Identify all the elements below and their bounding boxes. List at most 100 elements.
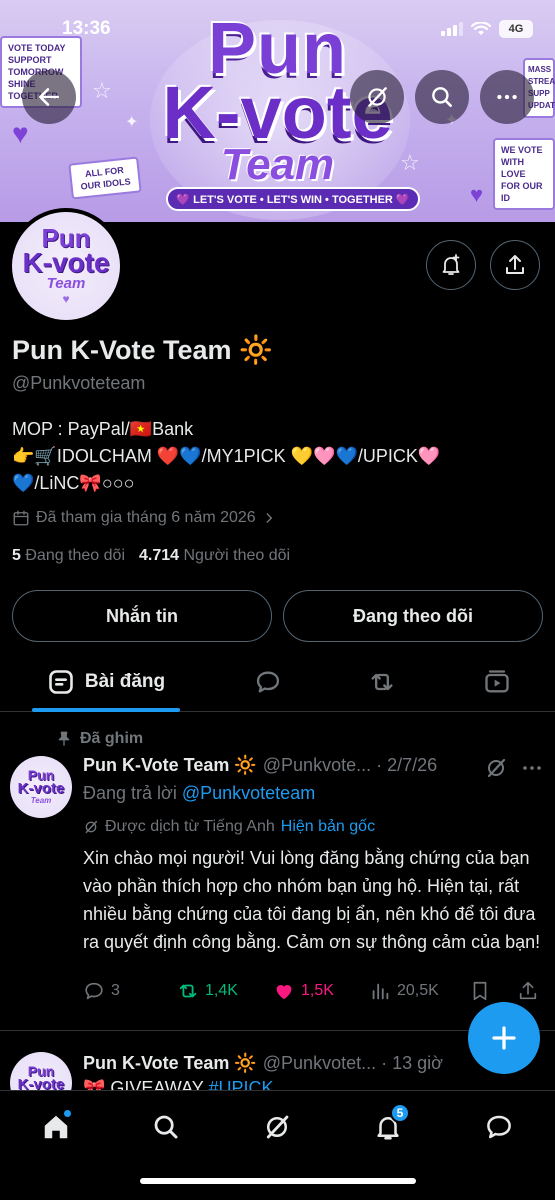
- post-avatar[interactable]: Pun K-vote Team: [10, 756, 72, 818]
- following-label: Đang theo dõi: [25, 547, 125, 564]
- bio-line: 💙/LiNC🎀○○○: [12, 473, 135, 493]
- more-dots-icon: [497, 94, 517, 100]
- post-text: Xin chào mọi người! Vui lòng đăng bằng c…: [83, 848, 541, 952]
- replying-mention[interactable]: @Punkvoteteam: [182, 783, 315, 803]
- avatar-heart-icon: ♥: [62, 292, 70, 306]
- more-button[interactable]: [480, 70, 534, 124]
- repost-action[interactable]: 1,4K: [177, 980, 238, 1002]
- share-action[interactable]: [517, 980, 539, 1002]
- grok-icon: [266, 1115, 289, 1139]
- reply-icon: [85, 982, 103, 1000]
- post-author-name: Pun K-Vote Team 🔆: [83, 1053, 257, 1073]
- bell-plus-icon: [442, 254, 460, 275]
- like-action[interactable]: 1,5K: [273, 980, 334, 1002]
- message-button[interactable]: Nhắn tin: [12, 590, 272, 642]
- grok-button[interactable]: [350, 70, 404, 124]
- show-original-link[interactable]: Hiện bản gốc: [281, 818, 375, 836]
- followers-link[interactable]: 4.714 Người theo dõi: [139, 547, 290, 565]
- nav-messages[interactable]: [471, 1105, 527, 1149]
- nav-home[interactable]: [28, 1105, 84, 1149]
- followers-label: Người theo dõi: [183, 547, 291, 564]
- heart-filled-icon: [276, 985, 292, 1000]
- calendar-icon: [13, 510, 29, 526]
- following-count: 5: [12, 547, 21, 564]
- wifi-icon: [471, 22, 491, 35]
- nav-grok[interactable]: [249, 1105, 305, 1149]
- back-button[interactable]: [22, 70, 76, 124]
- like-count: 1,5K: [301, 982, 334, 999]
- tab-posts[interactable]: Bài đăng: [32, 652, 180, 712]
- avatar-logo-line3: Team: [46, 275, 86, 292]
- views-count: 20,5K: [397, 982, 439, 999]
- plus-icon: [492, 1026, 516, 1050]
- translation-notice: Được dịch từ Tiếng Anh Hiện bản gốc: [83, 818, 375, 836]
- post-avatar-line2: K-vote: [17, 780, 65, 797]
- post-author-name: Pun K-Vote Team 🔆: [83, 755, 257, 775]
- notify-button[interactable]: [426, 240, 476, 290]
- post-meta: @Punkvotet... · 13 giờ: [262, 1053, 443, 1073]
- status-bar: 13:36 4G: [0, 0, 555, 56]
- signal-icon: [441, 22, 463, 36]
- active-tab-indicator: [32, 708, 180, 712]
- post-header[interactable]: Pun K-Vote Team 🔆 @Punkvotet... · 13 giờ: [83, 1053, 443, 1074]
- pinned-label: Đã ghim: [56, 730, 143, 748]
- bookmark-action[interactable]: [469, 980, 491, 1002]
- joined-date[interactable]: Đã tham gia tháng 6 năm 2026: [12, 509, 276, 527]
- replying-prefix: Đang trả lời: [83, 783, 177, 803]
- nav-search[interactable]: [138, 1105, 194, 1149]
- views-icon: [372, 983, 389, 1000]
- chevron-right-icon: [266, 513, 272, 523]
- more-dots-icon[interactable]: [520, 756, 544, 780]
- views-action[interactable]: 20,5K: [369, 980, 439, 1002]
- avatar-logo-line2: K-vote: [22, 247, 110, 278]
- banner-title-line3: Team: [220, 140, 335, 189]
- tab-reposts[interactable]: [354, 652, 410, 712]
- compose-button[interactable]: [468, 1002, 540, 1074]
- post-header[interactable]: Pun K-Vote Team 🔆 @Punkvote... · 2/7/26: [83, 755, 437, 776]
- status-icons: 4G: [441, 20, 533, 38]
- profile-avatar[interactable]: Pun K-vote Team ♥: [8, 208, 124, 324]
- profile-display-name: Pun K-Vote Team 🔆: [12, 335, 273, 365]
- home-indicator: [140, 1178, 416, 1184]
- tab-replies[interactable]: [240, 652, 296, 712]
- post-avatar-line3: Team: [30, 796, 52, 805]
- media-icon: [485, 670, 509, 693]
- posts-icon: [49, 670, 73, 694]
- tab-posts-label: Bài đăng: [84, 671, 166, 692]
- repost-icon: [179, 984, 197, 998]
- search-icon: [432, 87, 452, 107]
- search-button[interactable]: [415, 70, 469, 124]
- share-button[interactable]: [490, 240, 540, 290]
- replying-to: Đang trả lời @Punkvoteteam: [83, 783, 315, 804]
- post-actions: 3 1,4K 1,5K 20,5K: [83, 980, 543, 1008]
- unread-dot: [63, 1109, 72, 1118]
- joined-text: Đã tham gia tháng 6 năm 2026: [36, 509, 256, 526]
- bio-line: 👉🛒IDOLCHAM ❤️💙/MY1PICK 💛🩷💙/UPICK🩷: [12, 446, 441, 466]
- grok-icon[interactable]: [484, 756, 508, 780]
- tab-media[interactable]: [469, 652, 525, 712]
- reply-count: 3: [111, 982, 120, 999]
- pinned-text: Đã ghim: [80, 730, 144, 747]
- followers-count: 4.714: [139, 547, 180, 564]
- message-icon: [487, 1115, 511, 1139]
- notification-badge: 5: [390, 1103, 410, 1123]
- bio-line: MOP : PayPal/🇻🇳Bank: [12, 419, 194, 439]
- banner-ribbon: 💜 LET'S VOTE • LET'S WIN • TOGETHER 💜: [166, 187, 420, 211]
- share-icon: [519, 981, 537, 1000]
- arrow-left-icon: [39, 88, 59, 106]
- grok-icon: [85, 820, 98, 834]
- reply-action[interactable]: 3: [83, 980, 120, 1002]
- repost-count: 1,4K: [205, 982, 238, 999]
- nav-notifications[interactable]: 5: [360, 1103, 416, 1149]
- translated-label: Được dịch từ Tiếng Anh: [105, 818, 275, 835]
- profile-bio: MOP : PayPal/🇻🇳Bank 👉🛒IDOLCHAM ❤️💙/MY1PI…: [12, 416, 547, 497]
- profile-tabs: Bài đăng: [0, 652, 555, 712]
- following-button[interactable]: Đang theo dõi: [283, 590, 543, 642]
- reply-bubble-icon: [256, 671, 280, 693]
- post-meta: @Punkvote... · 2/7/26: [262, 755, 438, 775]
- following-link[interactable]: 5 Đang theo dõi: [12, 547, 125, 565]
- pin-icon: [58, 731, 70, 746]
- search-icon: [154, 1115, 178, 1139]
- bookmark-icon: [473, 981, 487, 1001]
- share-icon: [506, 255, 524, 274]
